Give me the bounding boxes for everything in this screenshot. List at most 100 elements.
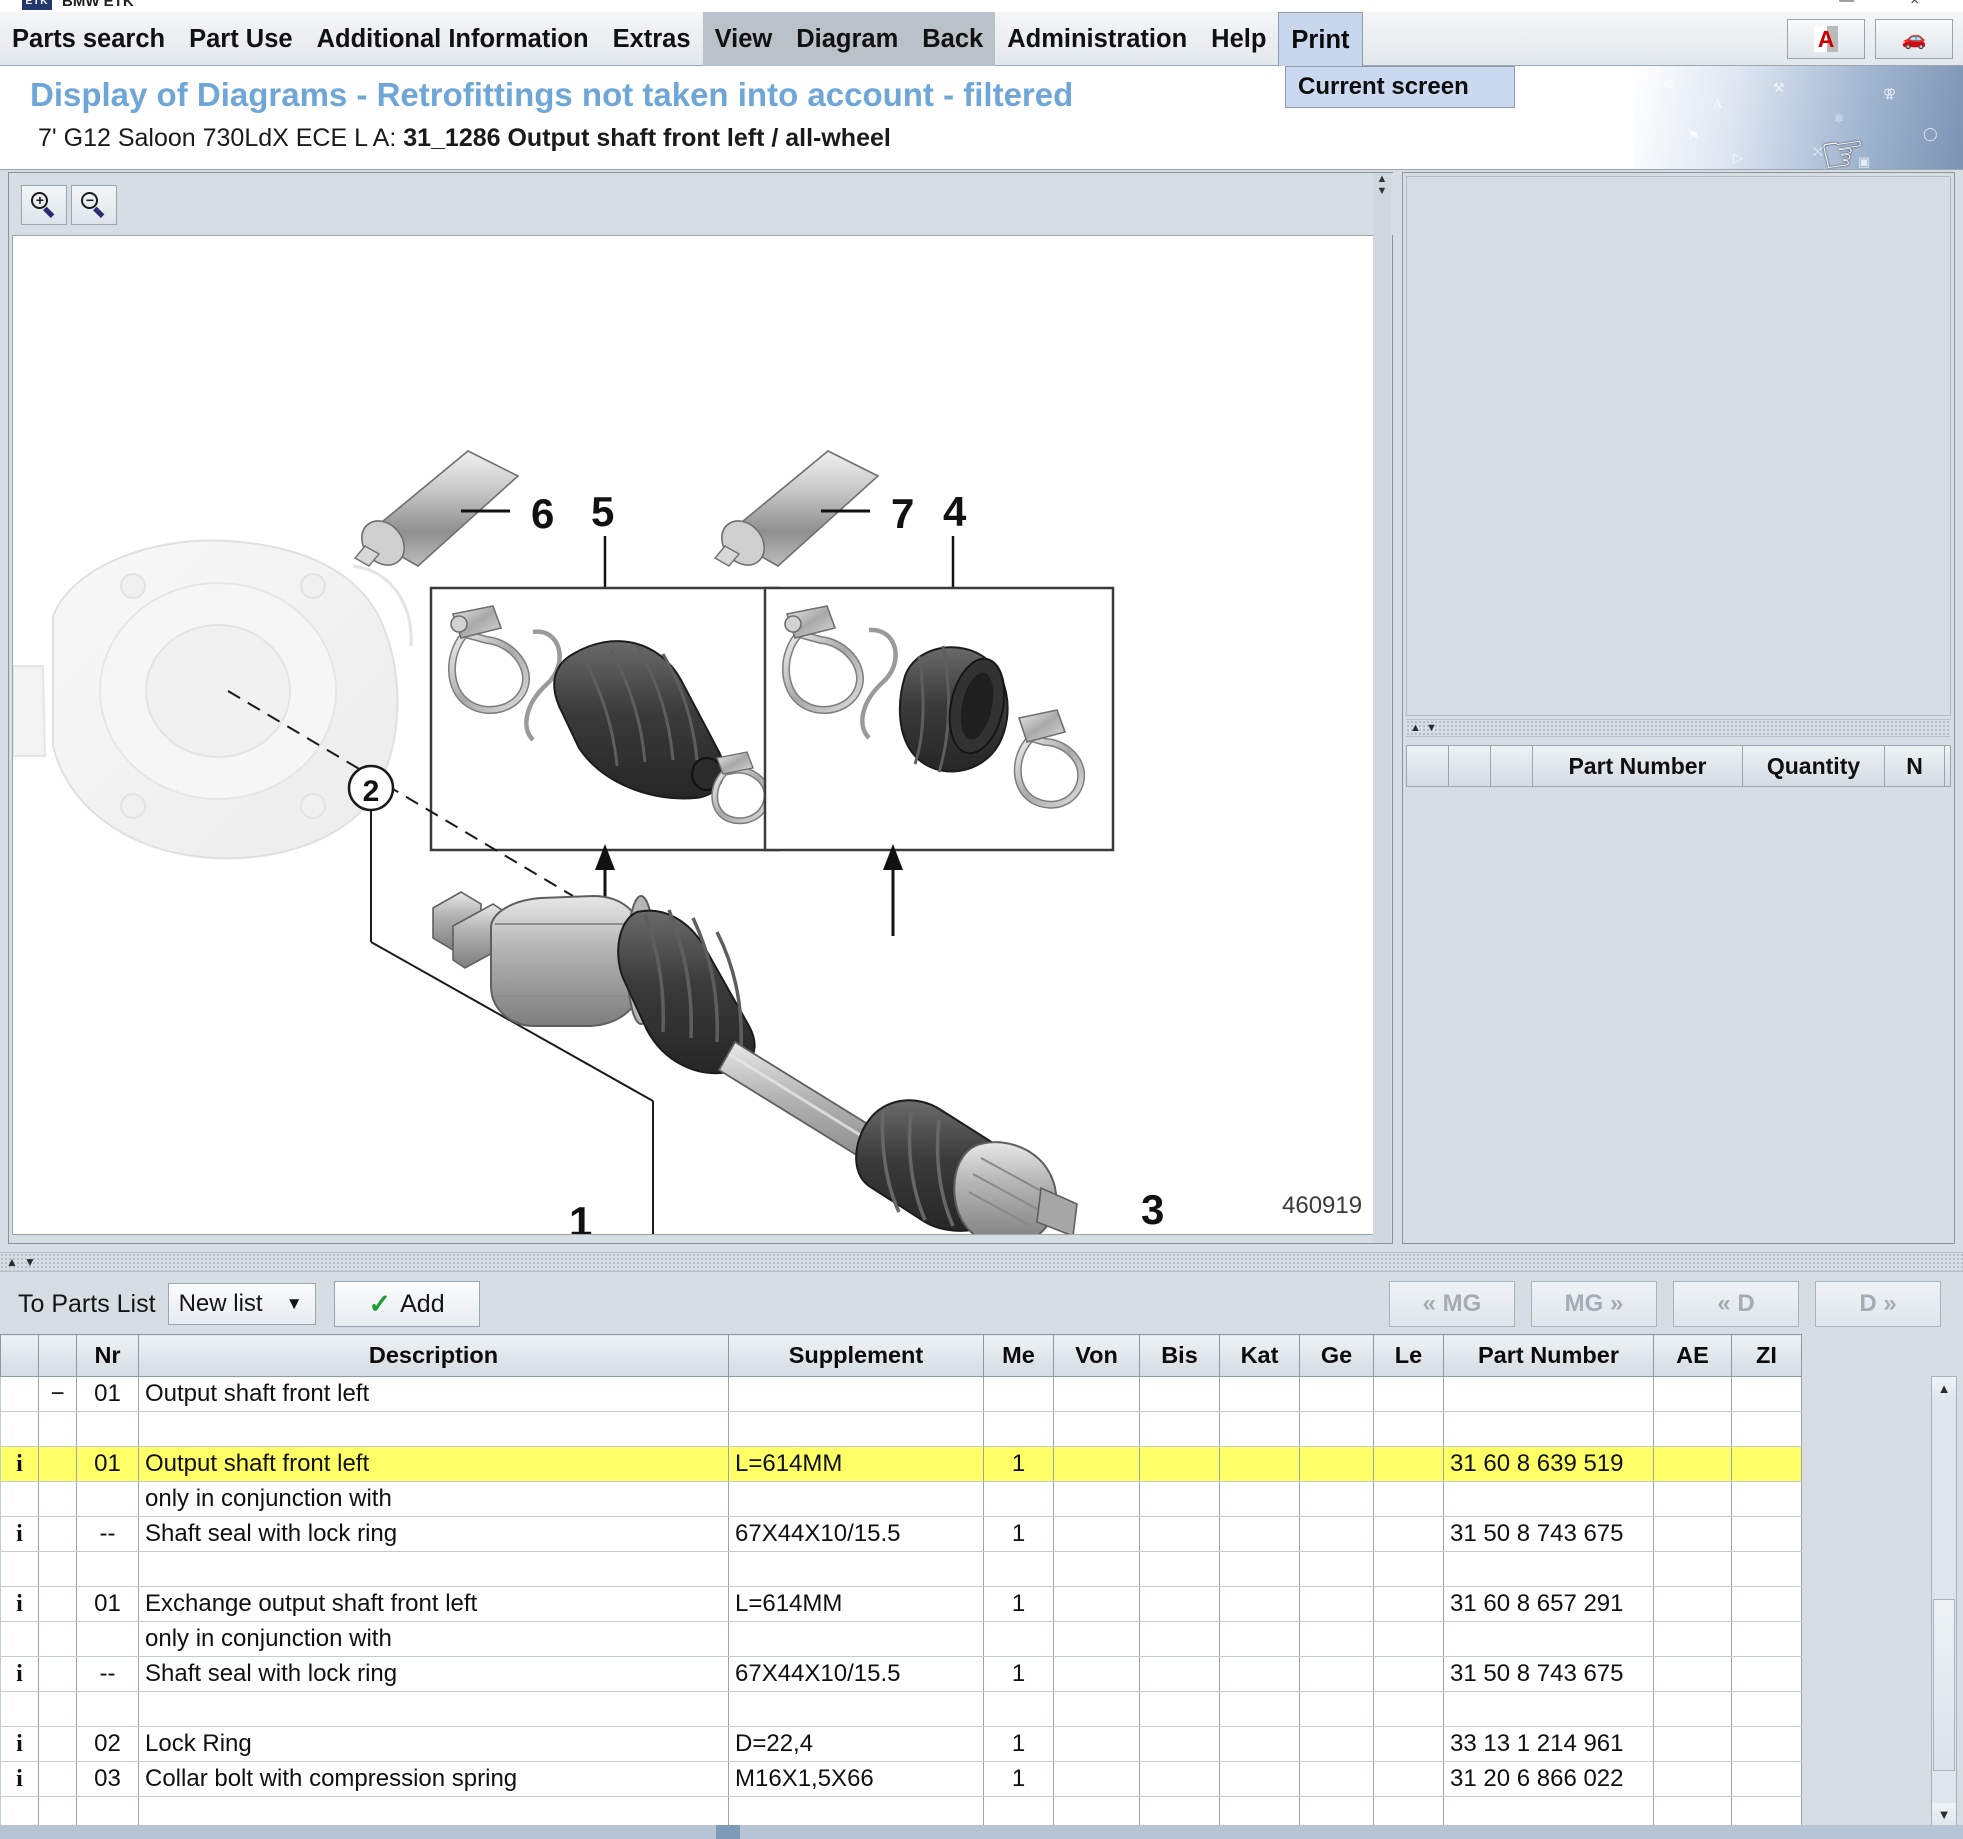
cell-supplement: 67X44X10/15.5 — [729, 1517, 984, 1552]
detail-preview-area[interactable] — [1406, 176, 1951, 716]
table-row[interactable] — [1, 1552, 1802, 1587]
menu-item-parts-search[interactable]: Parts search — [0, 12, 177, 66]
menu-item-extras[interactable]: Extras — [601, 12, 703, 66]
cell-info: i — [1, 1587, 39, 1622]
menu-item-print[interactable]: Print — [1278, 12, 1362, 66]
parts-col-kat[interactable]: Kat — [1220, 1335, 1300, 1377]
next-d-button[interactable]: D » — [1815, 1281, 1941, 1327]
cell-part_number: 31 20 6 866 022 — [1444, 1762, 1654, 1797]
menu-item-administration[interactable]: Administration — [995, 12, 1199, 66]
parts-col-bis[interactable]: Bis — [1140, 1335, 1220, 1377]
parts-list-table-container: NrDescriptionSupplementMeVonBisKatGeLePa… — [0, 1334, 1963, 1834]
menu-item-diagram[interactable]: Diagram — [784, 12, 910, 66]
parts-table-scrollbar[interactable]: ▲ ▼ — [1931, 1376, 1957, 1828]
cell-kat — [1220, 1762, 1300, 1797]
parts-scroll-down-arrow[interactable]: ▼ — [1932, 1803, 1956, 1827]
output-shaft-assembly — [433, 892, 1077, 1235]
table-row[interactable] — [1, 1412, 1802, 1447]
detail-col-blank-2[interactable] — [1491, 746, 1533, 786]
callout-4: 4 — [943, 488, 967, 535]
table-row[interactable]: −01Output shaft front left — [1, 1377, 1802, 1412]
parts-scroll-thumb[interactable] — [1933, 1599, 1955, 1771]
parts-col-description[interactable]: Description — [139, 1335, 729, 1377]
detail-col-blank-1[interactable] — [1449, 746, 1491, 786]
vehicle-icon: 🚗 — [1902, 26, 1927, 51]
cell-ge — [1300, 1412, 1374, 1447]
bottom-splitter-up-arrow[interactable]: ▲ — [6, 1256, 18, 1268]
cell-description: Shaft seal with lock ring — [139, 1657, 729, 1692]
menu-item-additional-information[interactable]: Additional Information — [305, 12, 601, 66]
cell-kat — [1220, 1587, 1300, 1622]
vehicle-tool-button[interactable]: 🚗 — [1875, 19, 1953, 59]
add-button[interactable]: ✓ Add — [334, 1281, 480, 1327]
table-row[interactable]: only in conjunction with — [1, 1622, 1802, 1657]
parts-col-blank-1[interactable] — [39, 1335, 77, 1377]
scroll-up-arrow[interactable]: ▲ — [1373, 173, 1391, 185]
parts-scroll-up-arrow[interactable]: ▲ — [1932, 1377, 1956, 1401]
table-row[interactable]: i02Lock RingD=22,4133 13 1 214 961 — [1, 1727, 1802, 1762]
parts-col-le[interactable]: Le — [1374, 1335, 1444, 1377]
next-mg-button[interactable]: MG » — [1531, 1281, 1657, 1327]
parts-col-blank-0[interactable] — [1, 1335, 39, 1377]
cell-description: Exchange output shaft front left — [139, 1587, 729, 1622]
prev-mg-button[interactable]: « MG — [1389, 1281, 1515, 1327]
cell-ae — [1654, 1482, 1732, 1517]
parts-col-ge[interactable]: Ge — [1300, 1335, 1374, 1377]
menu-item-part-use[interactable]: Part Use — [177, 12, 304, 66]
detail-side-pane: ▲ ▼ Part NumberQuantityN — [1402, 172, 1955, 1244]
diagram-canvas[interactable]: 6 7 5 4 — [12, 235, 1381, 1235]
table-row[interactable]: only in conjunction with — [1, 1482, 1802, 1517]
prev-d-button[interactable]: « D — [1673, 1281, 1799, 1327]
parts-list-select[interactable]: New list ▼ — [168, 1283, 316, 1325]
parts-col-von[interactable]: Von — [1054, 1335, 1140, 1377]
bottom-splitter-down-arrow[interactable]: ▼ — [24, 1256, 36, 1268]
splitter-down-arrow[interactable]: ▼ — [1426, 723, 1437, 734]
cell-von — [1054, 1762, 1140, 1797]
annotation-tool-button[interactable]: A — [1787, 19, 1865, 59]
zoom-in-button[interactable]: + — [21, 185, 67, 225]
menu-item-back[interactable]: Back — [910, 12, 995, 66]
cell-nr: -- — [77, 1517, 139, 1552]
table-row[interactable]: i03Collar bolt with compression springM1… — [1, 1762, 1802, 1797]
menu-item-help[interactable]: Help — [1199, 12, 1278, 66]
cell-description — [139, 1552, 729, 1587]
print-dropdown-menu[interactable]: Current screen — [1285, 66, 1515, 108]
parts-col-part-number[interactable]: Part Number — [1444, 1335, 1654, 1377]
cell-expand — [39, 1587, 77, 1622]
parts-col-supplement[interactable]: Supplement — [729, 1335, 984, 1377]
parts-col-me[interactable]: Me — [984, 1335, 1054, 1377]
table-row[interactable] — [1, 1692, 1802, 1727]
cell-le — [1374, 1657, 1444, 1692]
table-row[interactable]: i--Shaft seal with lock ring67X44X10/15.… — [1, 1657, 1802, 1692]
scroll-down-arrow[interactable]: ▼ — [1373, 185, 1391, 197]
table-row[interactable]: i--Shaft seal with lock ring67X44X10/15.… — [1, 1517, 1802, 1552]
cell-part_number — [1444, 1412, 1654, 1447]
parts-col-zi[interactable]: ZI — [1732, 1335, 1802, 1377]
cell-von — [1054, 1692, 1140, 1727]
selected-parts-body[interactable] — [1406, 787, 1951, 1227]
table-row[interactable]: i01Exchange output shaft front leftL=614… — [1, 1587, 1802, 1622]
splitter-up-arrow[interactable]: ▲ — [1410, 723, 1421, 734]
bottom-splitter[interactable]: ▲ ▼ — [0, 1252, 1963, 1272]
menu-item-current-screen[interactable]: Current screen — [1286, 73, 1469, 101]
menu-item-view[interactable]: View — [703, 12, 785, 66]
detail-box-5 — [431, 588, 779, 850]
cell-part_number: 33 13 1 214 961 — [1444, 1727, 1654, 1762]
side-pane-splitter[interactable]: ▲ ▼ — [1406, 719, 1951, 737]
cell-ae — [1654, 1762, 1732, 1797]
cell-ae — [1654, 1657, 1732, 1692]
zoom-out-button[interactable]: − — [71, 185, 117, 225]
detail-col-quantity[interactable]: Quantity — [1743, 746, 1885, 786]
window-controls[interactable]: — × — [1839, 0, 1945, 9]
cell-expand — [39, 1482, 77, 1517]
parts-col-nr[interactable]: Nr — [77, 1335, 139, 1377]
diagram-vertical-scrollbar[interactable]: ▲ ▼ — [1373, 173, 1391, 1243]
cell-von — [1054, 1727, 1140, 1762]
parts-col-ae[interactable]: AE — [1654, 1335, 1732, 1377]
table-row[interactable]: i01Output shaft front leftL=614MM131 60 … — [1, 1447, 1802, 1482]
detail-col-n[interactable]: N — [1885, 746, 1945, 786]
detail-col-part-number[interactable]: Part Number — [1533, 746, 1743, 786]
detail-col-blank-0[interactable] — [1407, 746, 1449, 786]
cell-nr — [77, 1552, 139, 1587]
cell-kat — [1220, 1727, 1300, 1762]
